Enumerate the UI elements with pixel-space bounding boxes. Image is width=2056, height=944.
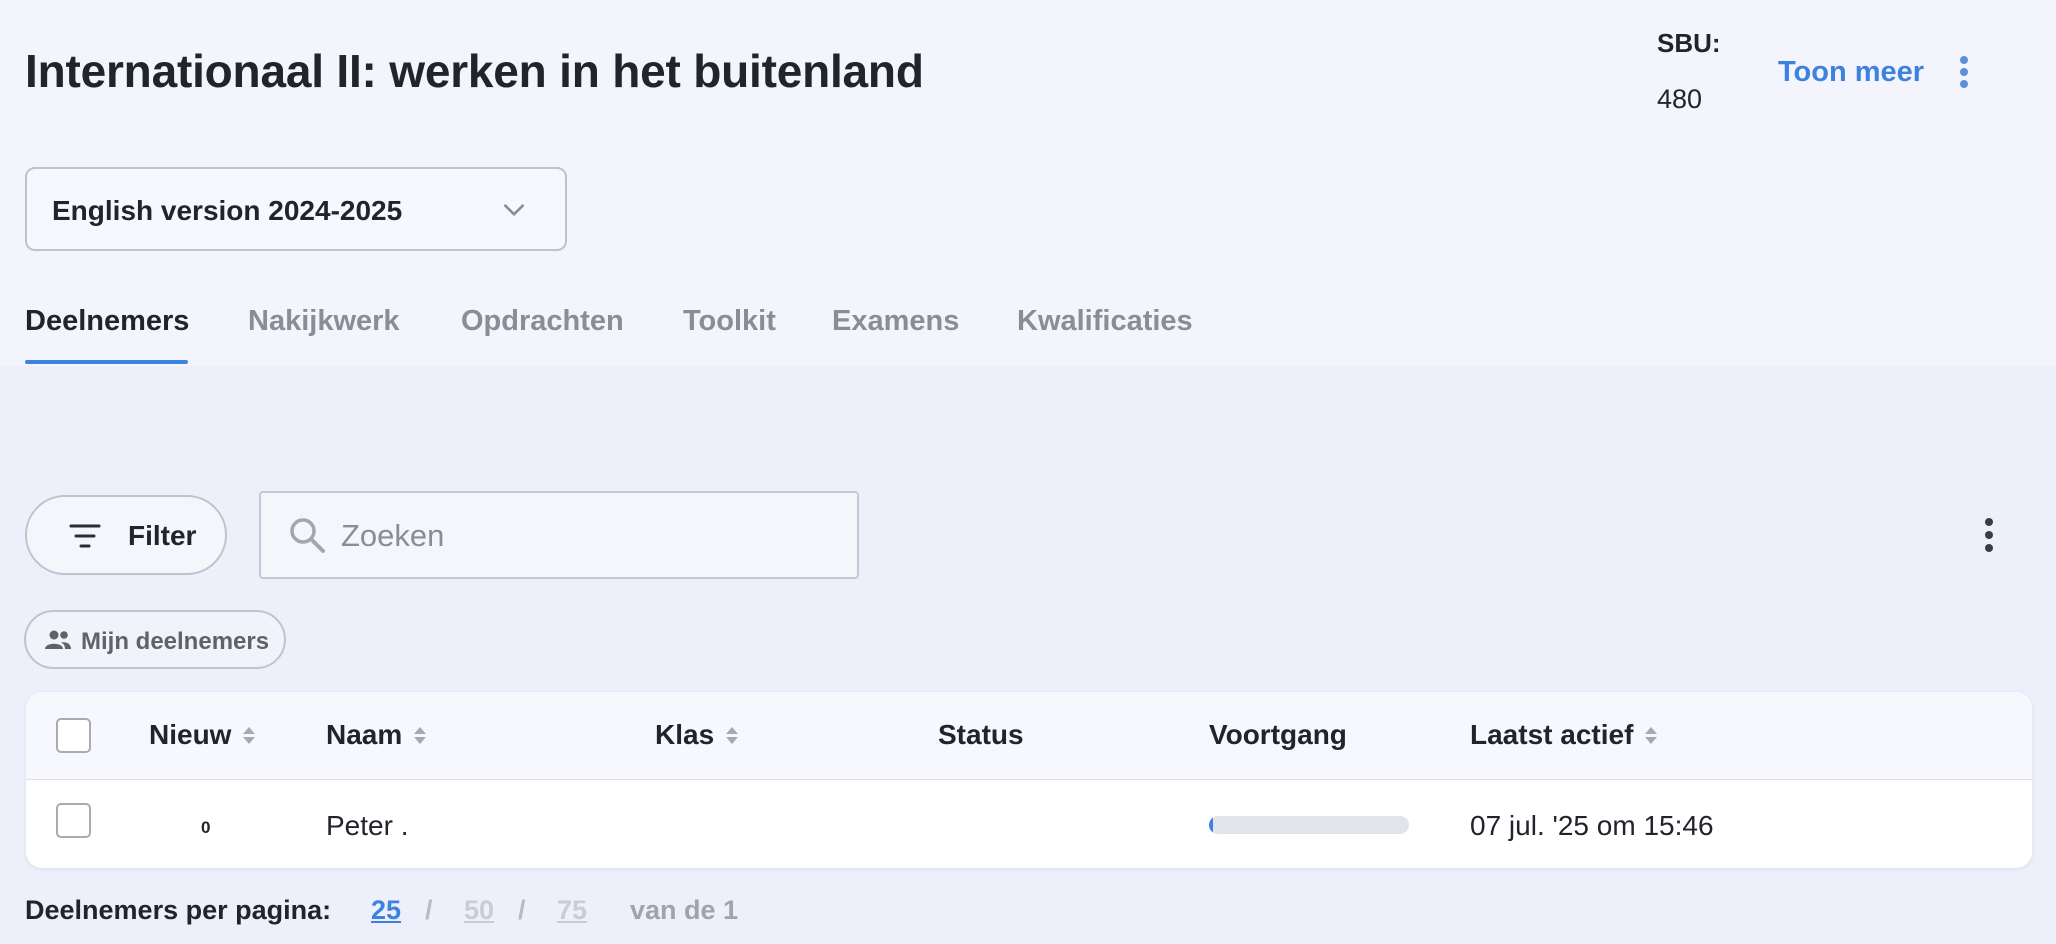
filter-button-label: Filter: [128, 520, 197, 551]
pagination-separator: /: [518, 895, 526, 925]
filter-lines-icon: [69, 524, 101, 548]
version-select-value: English version 2024-2025: [52, 195, 403, 226]
version-select[interactable]: English version 2024-2025: [25, 167, 567, 251]
column-header-nieuw[interactable]: Nieuw: [149, 719, 256, 751]
column-header-klas[interactable]: Klas: [655, 719, 739, 751]
tab-nakijkwerk[interactable]: Nakijkwerk: [248, 305, 400, 338]
per-page-option-75[interactable]: 75: [557, 895, 587, 926]
filter-button[interactable]: Filter: [25, 495, 227, 575]
participant-name[interactable]: Peter .: [326, 810, 408, 842]
tab-examens[interactable]: Examens: [832, 305, 959, 338]
tab-opdrachten[interactable]: Opdrachten: [461, 305, 624, 338]
table-header: Nieuw Naam Klas Status Voortgang Laatst …: [26, 692, 2032, 780]
progress-bar-fill: [1209, 816, 1213, 834]
tab-deelnemers[interactable]: Deelnemers: [25, 305, 189, 338]
select-all-checkbox[interactable]: [56, 718, 91, 753]
row-checkbox[interactable]: [56, 803, 91, 838]
sbu-value: 480: [1657, 84, 1703, 114]
last-active: 07 jul. '25 om 15:46: [1470, 810, 1714, 841]
active-tab-indicator: [25, 360, 188, 364]
sort-icon[interactable]: [1645, 726, 1658, 744]
search-icon: [290, 518, 325, 553]
per-page-option-25[interactable]: 25: [371, 895, 401, 926]
mijn-deelnemers-label: Mijn deelnemers: [81, 628, 270, 655]
search-field: [259, 491, 859, 579]
sbu-label: SBU:: [1657, 28, 1721, 58]
toon-meer-link[interactable]: Toon meer: [1778, 56, 1924, 89]
column-header-laatst-actief[interactable]: Laatst actief: [1470, 719, 1658, 751]
pagination-separator: /: [425, 895, 433, 925]
tab-toolkit[interactable]: Toolkit: [683, 305, 776, 338]
search-input[interactable]: [341, 511, 841, 561]
sort-icon[interactable]: [243, 726, 256, 744]
people-icon: [45, 630, 71, 649]
column-header-naam[interactable]: Naam: [326, 719, 427, 751]
progress-bar: [1209, 816, 1409, 834]
more-options-icon[interactable]: [1958, 56, 1970, 88]
chevron-down-icon: [504, 204, 524, 216]
column-header-voortgang: Voortgang: [1209, 719, 1347, 750]
sort-icon[interactable]: [414, 726, 427, 744]
per-page-option-50[interactable]: 50: [464, 895, 494, 926]
sort-icon[interactable]: [726, 726, 739, 744]
per-page-label: Deelnemers per pagina:: [25, 895, 332, 925]
participants-table: Nieuw Naam Klas Status Voortgang Laatst …: [26, 692, 2032, 868]
pagination-total: van de 1: [630, 895, 739, 925]
table-options-icon[interactable]: [1983, 518, 1995, 552]
column-header-status: Status: [938, 719, 1024, 750]
pagination: Deelnemers per pagina: 25 / 50 / 75 van …: [25, 895, 825, 931]
new-count: 0: [201, 818, 211, 837]
tab-kwalificaties[interactable]: Kwalificaties: [1017, 305, 1193, 338]
page-title: Internationaal II: werken in het buitenl…: [25, 45, 924, 97]
mijn-deelnemers-chip[interactable]: Mijn deelnemers: [24, 610, 286, 669]
